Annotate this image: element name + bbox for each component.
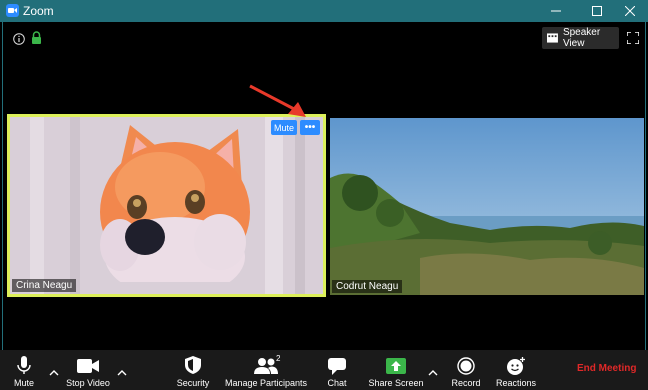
record-button[interactable]: Record [450, 352, 482, 388]
share-screen-icon [386, 358, 406, 374]
tile-mute-button[interactable]: Mute [271, 120, 297, 135]
close-button[interactable] [614, 0, 646, 22]
zoom-app-icon [6, 4, 19, 17]
minimize-button[interactable] [540, 0, 572, 22]
share-options-chevron-icon[interactable] [428, 363, 438, 381]
chat-button[interactable]: Chat [322, 352, 352, 388]
speaker-view-button[interactable]: Speaker View [542, 27, 619, 49]
reactions-label: Reactions [495, 378, 537, 388]
reactions-button[interactable]: Reactions [496, 352, 536, 388]
participant-video [10, 117, 323, 294]
chat-bubble-icon [328, 358, 346, 375]
audio-options-chevron-icon[interactable] [49, 363, 59, 381]
security-button[interactable]: Security [174, 352, 212, 388]
meeting-area: Speaker View Mute ••• Crina Neagu Codrut… [2, 22, 646, 350]
tile-more-options-button[interactable]: ••• [300, 120, 320, 135]
stop-video-label: Stop Video [66, 378, 110, 388]
smiley-icon [507, 357, 525, 375]
encryption-lock-icon[interactable] [31, 31, 42, 49]
stop-video-button[interactable]: Stop Video [64, 352, 112, 388]
participant-video [330, 118, 644, 295]
video-options-chevron-icon[interactable] [117, 363, 127, 381]
speaker-view-label: Speaker View [562, 27, 601, 49]
video-tile-codrut[interactable]: Codrut Neagu [330, 118, 644, 295]
record-label: Record [451, 378, 481, 388]
mute-label: Mute [13, 378, 34, 388]
participants-icon [254, 358, 278, 374]
grid-icon [547, 33, 558, 43]
window-title: Zoom [23, 4, 54, 18]
shield-icon [185, 356, 201, 374]
participant-name-label: Crina Neagu [12, 279, 77, 292]
title-bar: Zoom [0, 0, 648, 22]
participant-name-label: Codrut Neagu [332, 280, 403, 293]
security-label: Security [176, 378, 210, 388]
participant-count-badge: 2 [276, 354, 281, 363]
manage-participants-label: Manage Participants [224, 378, 308, 388]
microphone-icon [17, 356, 31, 374]
maximize-button[interactable] [581, 0, 613, 22]
fullscreen-icon[interactable] [626, 31, 640, 49]
chat-label: Chat [327, 378, 347, 388]
info-icon[interactable] [13, 32, 25, 50]
share-screen-button[interactable]: Share Screen [368, 352, 424, 388]
video-tile-crina[interactable]: Mute ••• Crina Neagu [7, 114, 326, 297]
meeting-toolbar: Mute Stop Video Security 2 Manage Partic… [0, 350, 648, 390]
mute-button[interactable]: Mute [8, 352, 40, 388]
manage-participants-button[interactable]: 2 Manage Participants [224, 352, 308, 388]
annotation-arrow [249, 84, 306, 117]
share-screen-label: Share Screen [368, 378, 424, 388]
record-icon [457, 357, 475, 375]
end-meeting-button[interactable]: End Meeting [577, 363, 636, 374]
video-camera-icon [77, 359, 99, 373]
